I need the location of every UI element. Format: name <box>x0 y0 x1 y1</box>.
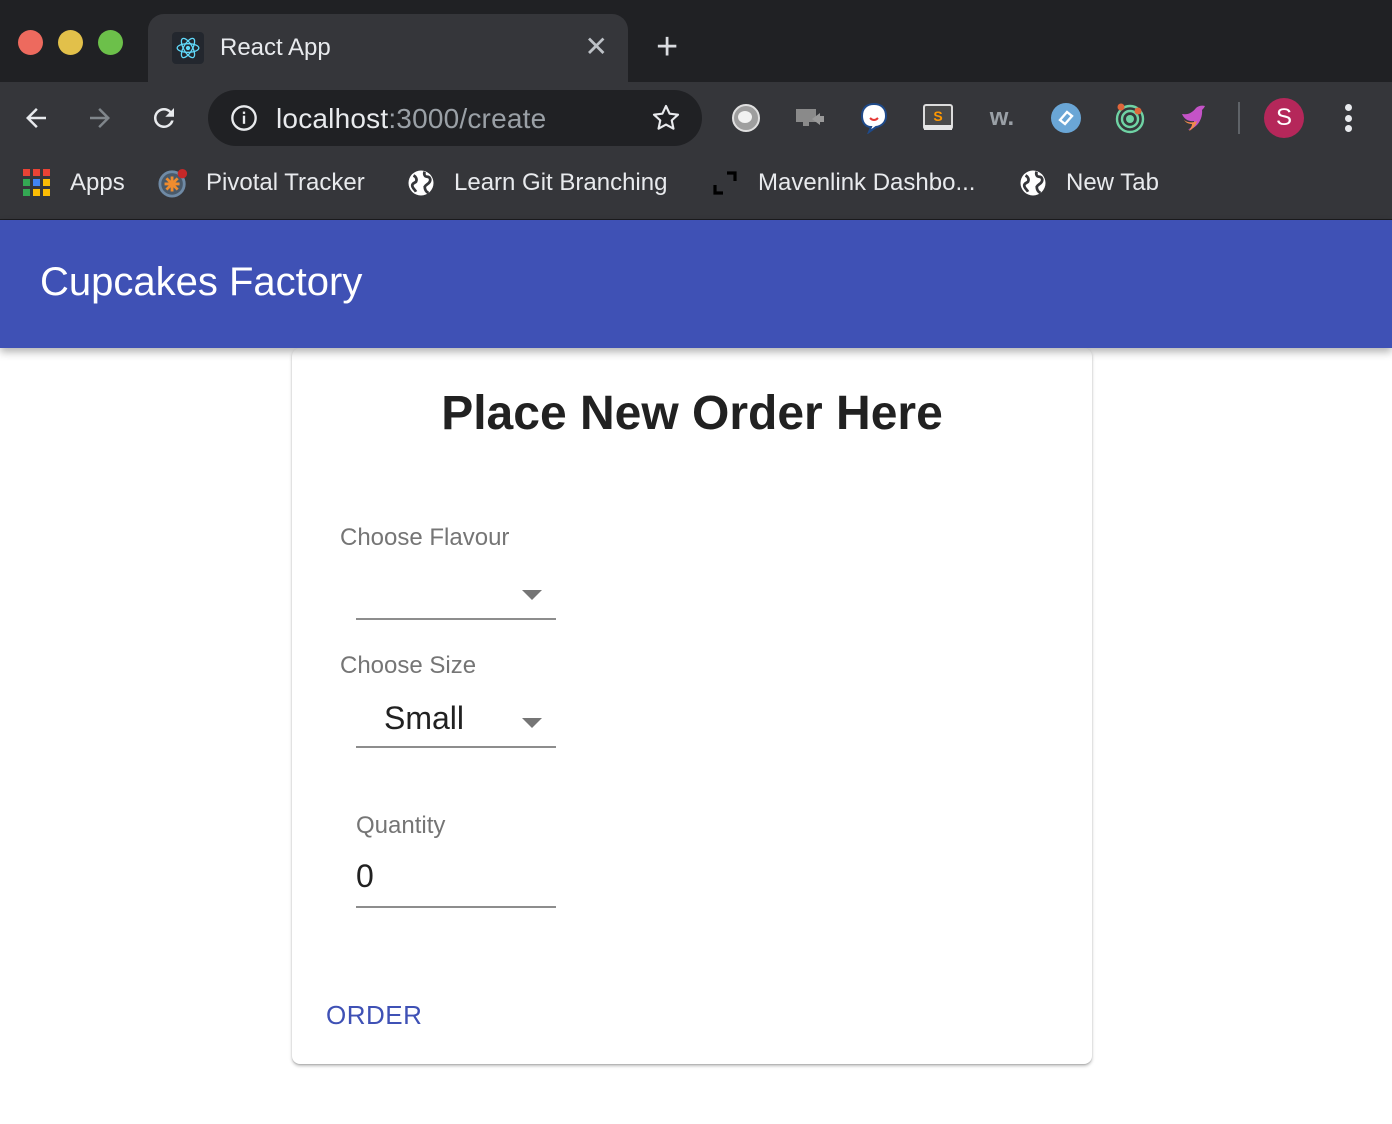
bookmark-label: New Tab <box>1066 169 1159 196</box>
mavenlink-icon <box>710 168 740 198</box>
url-host: localhost <box>276 103 389 134</box>
flavour-select[interactable] <box>356 572 556 620</box>
react-icon <box>172 32 204 64</box>
profile-avatar[interactable]: S <box>1264 98 1304 138</box>
order-form-card: Place New Order Here Choose Flavour Choo… <box>292 348 1092 1064</box>
bookmark-new-tab[interactable]: New Tab <box>1018 166 1159 200</box>
info-icon[interactable] <box>230 104 258 132</box>
close-icon[interactable]: ✕ <box>585 32 608 62</box>
app-title: Cupcakes Factory <box>40 260 363 304</box>
browser-toolbar: localhost:3000/create S w. S <box>0 82 1392 154</box>
bookmark-mavenlink[interactable]: Mavenlink Dashbo... <box>710 166 975 200</box>
browser-tab[interactable]: React App ✕ <box>148 14 628 82</box>
quantity-field-wrapper <box>356 848 556 908</box>
quantity-input[interactable] <box>356 848 556 904</box>
address-bar[interactable]: localhost:3000/create <box>208 90 702 146</box>
bookmark-pivotal-tracker[interactable]: Pivotal Tracker <box>158 166 365 200</box>
window-minimize-button[interactable] <box>58 30 83 55</box>
browser-titlebar: React App ✕ + <box>0 0 1392 82</box>
pivotal-tracker-icon <box>158 168 188 198</box>
toolbar-separator <box>1238 102 1240 134</box>
bird-extension-icon[interactable] <box>1176 100 1212 136</box>
chat-bubble-extension-icon[interactable] <box>856 100 892 136</box>
bookmark-apps[interactable]: Apps <box>22 166 125 200</box>
arrow-left-icon[interactable] <box>18 100 54 136</box>
size-select-value: Small <box>384 700 465 736</box>
size-select[interactable]: Small <box>356 700 556 748</box>
plus-icon[interactable]: + <box>656 28 678 66</box>
more-vert-icon[interactable] <box>1336 100 1360 136</box>
quantity-label: Quantity <box>356 812 446 839</box>
form-title: Place New Order Here <box>441 387 943 440</box>
star-icon[interactable] <box>650 102 682 134</box>
window-maximize-button[interactable] <box>98 30 123 55</box>
bookmark-label: Learn Git Branching <box>454 169 668 196</box>
w-extension-icon[interactable]: w. <box>984 100 1020 136</box>
app-bar: Cupcakes Factory <box>0 220 1392 348</box>
reload-icon[interactable] <box>146 100 182 136</box>
circle-extension-icon[interactable] <box>728 100 764 136</box>
blue-circle-extension-icon[interactable] <box>1048 100 1084 136</box>
globe-icon <box>406 168 436 198</box>
url-path: :3000/create <box>388 103 547 134</box>
bookmark-label: Pivotal Tracker <box>206 169 365 196</box>
size-label: Choose Size <box>340 652 477 679</box>
bookmark-label: Apps <box>70 169 125 196</box>
globe-icon <box>1018 168 1048 198</box>
target-extension-icon[interactable] <box>1112 100 1148 136</box>
arrow-right-icon[interactable] <box>82 100 118 136</box>
window-close-button[interactable] <box>18 30 43 55</box>
apps-grid-icon <box>22 168 52 198</box>
chevron-down-icon <box>522 590 542 600</box>
bookmark-learn-git-branching[interactable]: Learn Git Branching <box>406 166 667 200</box>
order-button[interactable]: ORDER <box>314 994 434 1037</box>
svg-text:S: S <box>933 108 942 124</box>
bookmark-label: Mavenlink Dashbo... <box>758 169 976 196</box>
tab-title: React App <box>220 34 331 61</box>
bookmarks-bar: Apps Pivotal Tracker Learn Git Branching… <box>0 154 1392 220</box>
url-text[interactable]: localhost:3000/create <box>276 103 546 135</box>
flavour-label: Choose Flavour <box>340 524 510 551</box>
screen-share-extension-icon[interactable] <box>792 100 828 136</box>
sublime-extension-icon[interactable]: S <box>920 100 956 136</box>
chevron-down-icon <box>522 718 542 728</box>
